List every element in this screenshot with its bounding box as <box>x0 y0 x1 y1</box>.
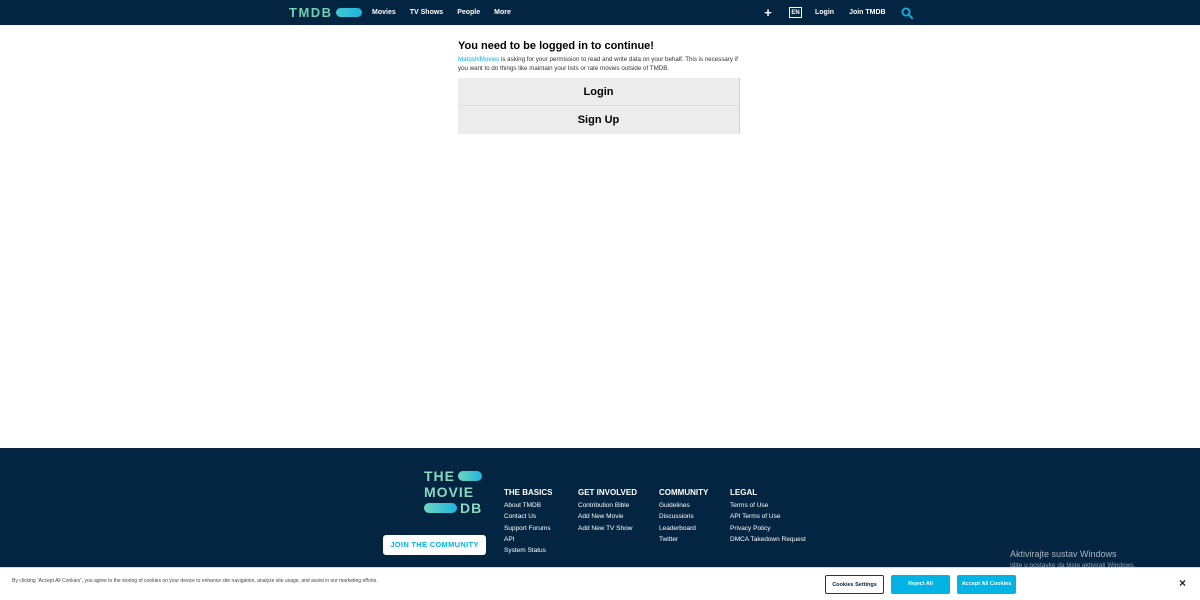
nav-tv-shows[interactable]: TV Shows <box>410 9 443 16</box>
auth-panel: You need to be logged in to continue! Ma… <box>458 40 740 134</box>
permission-description: MatoshiMovies is asking for your permiss… <box>458 56 740 73</box>
footer-heading: GET INVOLVED <box>578 488 637 497</box>
cookies-settings-button[interactable]: Cookies Settings <box>825 575 884 594</box>
footer-logo-line3: DB <box>460 500 483 516</box>
join-community-button[interactable]: JOIN THE COMMUNITY <box>383 535 486 555</box>
cookie-banner: By clicking “Accept All Cookies”, you ag… <box>0 567 1200 600</box>
description-text: is asking for your permission to read an… <box>458 56 738 72</box>
search-icon[interactable] <box>901 7 913 19</box>
footer-link-about[interactable]: About TMDB <box>504 500 552 511</box>
footer-link-system-status[interactable]: System Status <box>504 545 552 556</box>
nav-people[interactable]: People <box>457 9 480 16</box>
footer-link-contact[interactable]: Contact Us <box>504 511 552 522</box>
footer-column-basics: THE BASICS About TMDB Contact Us Support… <box>504 488 552 556</box>
footer-column-legal: LEGAL Terms of Use API Terms of Use Priv… <box>730 488 806 545</box>
watermark-line1: Aktivirajte sustav Windows <box>1010 549 1117 559</box>
nav-movies[interactable]: Movies <box>372 9 396 16</box>
footer-link-twitter[interactable]: Twitter <box>659 534 708 545</box>
footer-logo-line2: MOVIE <box>424 484 475 500</box>
footer-column-get-involved: GET INVOLVED Contribution Bible Add New … <box>578 488 637 534</box>
logo-pill-icon <box>424 503 457 513</box>
login-link[interactable]: Login <box>815 9 834 16</box>
footer-link-privacy[interactable]: Privacy Policy <box>730 523 806 534</box>
footer-link-discussions[interactable]: Discussions <box>659 511 708 522</box>
footer-link-dmca[interactable]: DMCA Takedown Request <box>730 534 806 545</box>
user-nav: + EN Login Join TMDB <box>763 0 913 25</box>
top-navbar: TMDB Movies TV Shows People More + EN Lo… <box>0 0 1200 25</box>
join-link[interactable]: Join TMDB <box>849 9 886 16</box>
footer-logo[interactable]: THE MOVIE DB <box>424 468 488 516</box>
logo-text: TMDB <box>289 4 333 20</box>
tmdb-logo[interactable]: TMDB <box>289 4 362 20</box>
language-selector[interactable]: EN <box>789 7 802 18</box>
footer-link-add-movie[interactable]: Add New Movie <box>578 511 637 522</box>
plus-icon[interactable]: + <box>763 6 773 19</box>
footer-link-api-terms[interactable]: API Terms of Use <box>730 511 806 522</box>
footer-column-community: COMMUNITY Guidelines Discussions Leaderb… <box>659 488 708 545</box>
logo-pill-icon <box>335 7 362 17</box>
footer-link-support-forums[interactable]: Support Forums <box>504 523 552 534</box>
main-nav: Movies TV Shows People More <box>372 0 525 25</box>
footer-heading: COMMUNITY <box>659 488 709 497</box>
nav-more[interactable]: More <box>494 9 511 16</box>
footer-link-add-tv-show[interactable]: Add New TV Show <box>578 523 637 534</box>
footer-link-api[interactable]: API <box>504 534 552 545</box>
footer-link-guidelines[interactable]: Guidelines <box>659 500 708 511</box>
footer-heading: LEGAL <box>730 488 758 497</box>
logo-pill-icon <box>458 471 482 481</box>
page-title: You need to be logged in to continue! <box>458 40 654 52</box>
app-name-link[interactable]: MatoshiMovies <box>458 56 499 63</box>
footer-heading: THE BASICS <box>504 488 553 497</box>
footer-logo-line1: THE <box>424 468 455 484</box>
footer-link-contribution-bible[interactable]: Contribution Bible <box>578 500 637 511</box>
signup-button[interactable]: Sign Up <box>458 106 740 134</box>
login-button[interactable]: Login <box>458 78 740 106</box>
footer-link-leaderboard[interactable]: Leaderboard <box>659 523 708 534</box>
cookie-consent-text: By clicking “Accept All Cookies”, you ag… <box>12 578 378 584</box>
accept-all-button[interactable]: Accept All Cookies <box>957 575 1016 594</box>
close-icon[interactable]: × <box>1179 577 1186 589</box>
reject-all-button[interactable]: Reject All <box>891 575 950 594</box>
footer-link-terms[interactable]: Terms of Use <box>730 500 806 511</box>
